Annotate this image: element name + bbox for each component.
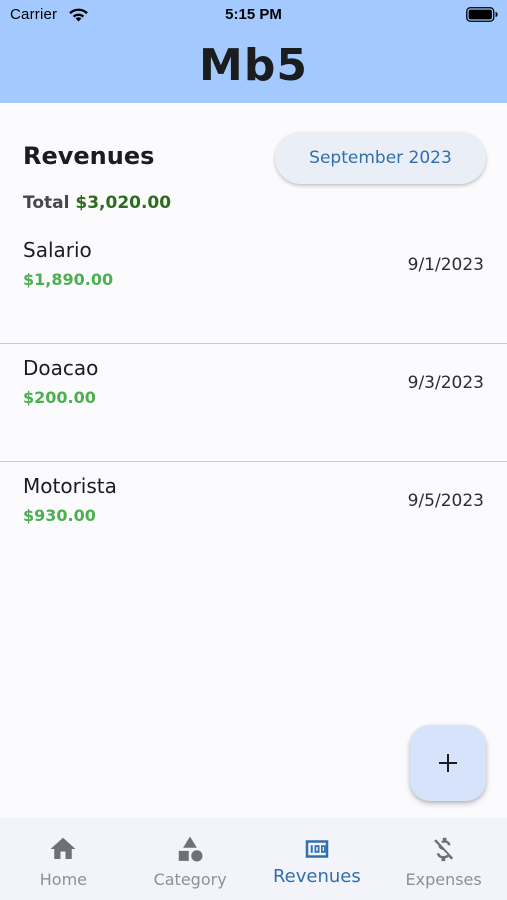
home-icon bbox=[50, 837, 76, 859]
revenue-date: 9/3/2023 bbox=[407, 373, 484, 393]
money-icon bbox=[305, 840, 329, 858]
total-value: $3,020.00 bbox=[75, 193, 172, 213]
nav-item-expenses[interactable]: Expenses bbox=[380, 818, 507, 900]
list-item[interactable]: Motorista $930.00 9/5/2023 bbox=[0, 462, 507, 580]
revenue-list: Salario $1,890.00 9/1/2023 Doacao $200.0… bbox=[0, 226, 507, 580]
battery-icon bbox=[466, 7, 498, 22]
total-summary: Total $3,020.00 bbox=[23, 193, 171, 213]
bottom-navigation: Home Category Revenues Expenses bbox=[0, 818, 507, 900]
plus-icon bbox=[439, 754, 457, 772]
nav-item-home[interactable]: Home bbox=[0, 818, 127, 900]
status-bar: Carrier 5:15 PM bbox=[0, 0, 507, 30]
category-icon bbox=[178, 836, 203, 862]
status-time: 5:15 PM bbox=[225, 6, 282, 23]
revenue-amount: $930.00 bbox=[23, 506, 96, 525]
revenue-amount: $1,890.00 bbox=[23, 270, 114, 289]
revenue-name: Doacao bbox=[23, 356, 99, 380]
revenue-name: Motorista bbox=[23, 474, 117, 498]
revenue-date: 9/1/2023 bbox=[407, 255, 484, 275]
revenue-date: 9/5/2023 bbox=[407, 491, 484, 511]
total-label: Total bbox=[23, 193, 70, 213]
list-item[interactable]: Salario $1,890.00 9/1/2023 bbox=[0, 226, 507, 344]
app-title: Mb5 bbox=[199, 40, 308, 91]
app-bar: Carrier 5:15 PM Mb5 bbox=[0, 0, 507, 103]
revenue-amount: $200.00 bbox=[23, 388, 96, 407]
month-picker-button[interactable]: September 2023 bbox=[275, 132, 486, 184]
page-title: Revenues bbox=[23, 142, 155, 170]
app-screen: Carrier 5:15 PM Mb5 Revenues September 2… bbox=[0, 0, 507, 900]
nav-label: Category bbox=[153, 870, 227, 889]
nav-label: Home bbox=[39, 870, 87, 889]
money-off-icon bbox=[433, 837, 453, 862]
nav-item-category[interactable]: Category bbox=[127, 818, 254, 900]
add-revenue-button[interactable] bbox=[410, 725, 486, 801]
list-item[interactable]: Doacao $200.00 9/3/2023 bbox=[0, 344, 507, 462]
nav-item-revenues[interactable]: Revenues bbox=[254, 818, 381, 900]
nav-label: Revenues bbox=[272, 866, 361, 887]
revenue-name: Salario bbox=[23, 238, 92, 262]
nav-label: Expenses bbox=[405, 870, 482, 889]
